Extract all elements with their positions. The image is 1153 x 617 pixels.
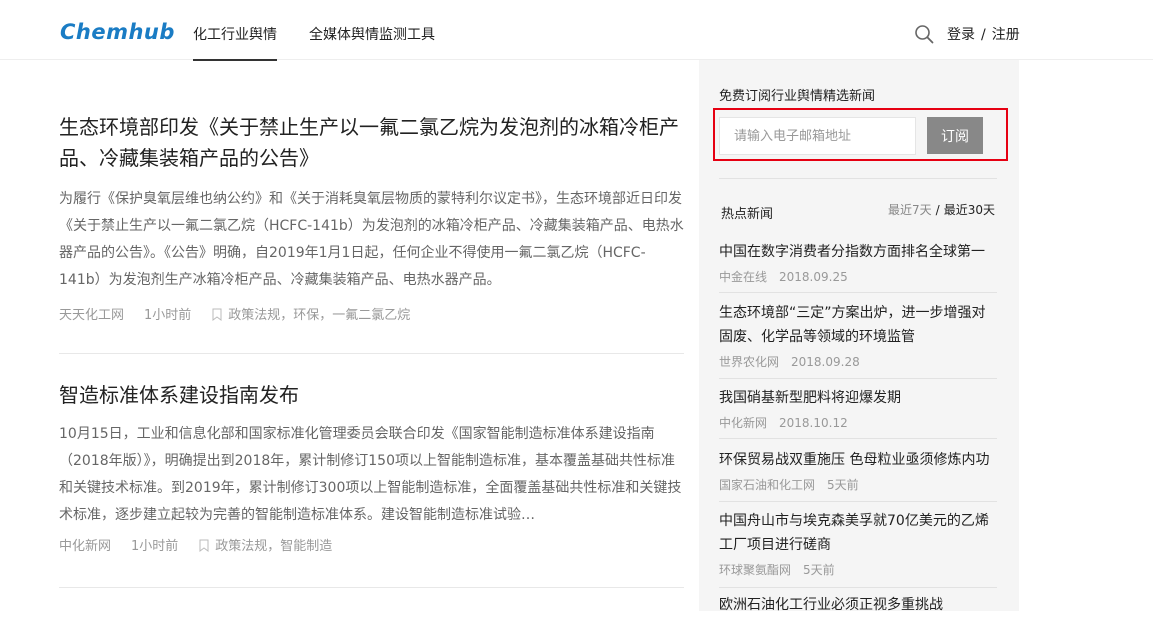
logo[interactable]: Chemhub [60, 20, 175, 44]
hot-news-item[interactable]: 生态环境部“三定”方案出炉，进一步增强对固废、化学品等领域的环境监管 世界农化网… [719, 301, 999, 370]
article-title[interactable]: 智造标准体系建设指南发布 [59, 380, 684, 411]
divider [719, 178, 997, 179]
subscribe-button[interactable]: 订阅 [927, 117, 983, 154]
divider [719, 501, 997, 502]
article-time: 1小时前 [131, 539, 179, 554]
sidebar: 免费订阅行业舆情精选新闻 订阅 热点新闻 最近7天/ 最近30天 中国在数字消费者… [699, 60, 1019, 613]
auth-separator: / [981, 27, 986, 43]
article-time: 1小时前 [144, 308, 192, 323]
nav-media-monitor[interactable]: 全媒体舆情监测工具 [309, 24, 435, 44]
auth-links: 登录 / 注册 [947, 24, 1020, 44]
hot-news-source: 环球聚氨酯网 [719, 563, 792, 577]
hot-news-title-text[interactable]: 环保贸易战双重施压 色母粒业亟须修炼内功 [719, 448, 999, 472]
search-icon[interactable] [914, 24, 934, 44]
divider [719, 292, 997, 293]
article-tags: 政策法规，环保，一氟二氯乙烷 [211, 304, 410, 323]
article-summary: 10月15日，工业和信息化部和国家标准化管理委员会联合印发《国家智能制造标准体系… [59, 426, 682, 523]
hot-news-item[interactable]: 我国硝基新型肥料将迎爆发期 中化新网 2018.10.12 [719, 386, 999, 431]
hot-news-meta: 世界农化网 2018.09.28 [719, 353, 999, 370]
hot-news-item[interactable]: 环保贸易战双重施压 色母粒业亟须修炼内功 国家石油和化工网 5天前 [719, 448, 999, 493]
subscribe-title: 免费订阅行业舆情精选新闻 [719, 89, 876, 104]
hot-news-title-text[interactable]: 生态环境部“三定”方案出炉，进一步增强对固废、化学品等领域的环境监管 [719, 301, 999, 349]
article-item: 生态环境部印发《关于禁止生产以一氟二氯乙烷为发泡剂的冰箱冷柜产品、冷藏集装箱产品… [59, 112, 684, 354]
email-input[interactable] [719, 117, 916, 155]
hot-news-title-text[interactable]: 中国在数字消费者分指数方面排名全球第一 [719, 240, 999, 264]
hot-news-title-text[interactable]: 我国硝基新型肥料将迎爆发期 [719, 386, 999, 410]
hot-news-source: 中化新网 [719, 416, 768, 430]
article-source[interactable]: 中化新网 [59, 535, 111, 554]
hot-news-filter: 最近7天 / 最近30天 [888, 201, 995, 218]
article-item: 智造标准体系建设指南发布 10月15日，工业和信息化部和国家标准化管理委员会联合… [59, 380, 684, 588]
article-tags-text[interactable]: 政策法规，智能制造 [215, 539, 332, 554]
hot-news-source: 中金在线 [719, 270, 768, 284]
hot-news-date: 5天前 [827, 478, 859, 492]
bookmark-icon [199, 539, 209, 552]
hot-news-meta: 中化新网 2018.10.12 [719, 414, 999, 431]
hot-news-meta: 国家石油和化工网 5天前 [719, 476, 999, 493]
divider [719, 378, 997, 379]
hot-news-title-text[interactable]: 中国舟山市与埃克森美孚就70亿美元的乙烯工厂项目进行磋商 [719, 509, 999, 557]
article-meta: 天天化工网 1小时前 政策法规，环保，一氟二氯乙烷 [59, 304, 684, 323]
filter-30-days[interactable]: 最近30天 [944, 203, 995, 217]
hot-news-date: 5天前 [803, 563, 835, 577]
hot-news-item[interactable]: 中国舟山市与埃克森美孚就70亿美元的乙烯工厂项目进行磋商 环球聚氨酯网 5天前 [719, 509, 999, 578]
hot-news-title: 热点新闻 [721, 207, 774, 222]
register-link[interactable]: 注册 [992, 27, 1020, 43]
article-tags-text[interactable]: 政策法规，环保，一氟二氯乙烷 [228, 308, 410, 323]
filter-7-days[interactable]: 最近7天 [888, 203, 932, 217]
nav-chem-industry[interactable]: 化工行业舆情 [193, 24, 277, 61]
hot-news-meta: 环球聚氨酯网 5天前 [719, 561, 999, 578]
article-source[interactable]: 天天化工网 [59, 304, 124, 323]
hot-news-item[interactable]: 欧洲石油化工行业必须正视多重挑战 [719, 593, 999, 617]
hot-news-date: 2018.09.25 [779, 270, 848, 284]
hot-news-date: 2018.10.12 [779, 416, 848, 430]
article-summary: 为履行《保护臭氧层维也纳公约》和《关于消耗臭氧层物质的蒙特利尔议定书》，生态环境… [59, 191, 684, 288]
hot-news-title-text[interactable]: 欧洲石油化工行业必须正视多重挑战 [719, 593, 999, 617]
hot-news-source: 国家石油和化工网 [719, 478, 816, 492]
divider [719, 587, 997, 588]
divider [719, 438, 997, 439]
filter-separator: / [935, 203, 940, 217]
article-tags: 政策法规，智能制造 [198, 535, 332, 554]
hot-news-item[interactable]: 中国在数字消费者分指数方面排名全球第一 中金在线 2018.09.25 [719, 240, 999, 285]
hot-news-source: 世界农化网 [719, 355, 780, 369]
top-header: Chemhub 化工行业舆情 全媒体舆情监测工具 登录 / 注册 [0, 0, 1153, 61]
hot-news-date: 2018.09.28 [791, 355, 860, 369]
article-title[interactable]: 生态环境部印发《关于禁止生产以一氟二氯乙烷为发泡剂的冰箱冷柜产品、冷藏集装箱产品… [59, 112, 684, 174]
login-link[interactable]: 登录 [947, 27, 975, 43]
hot-news-meta: 中金在线 2018.09.25 [719, 268, 999, 285]
bookmark-icon [212, 308, 222, 321]
article-meta: 中化新网 1小时前 政策法规，智能制造 [59, 535, 684, 554]
